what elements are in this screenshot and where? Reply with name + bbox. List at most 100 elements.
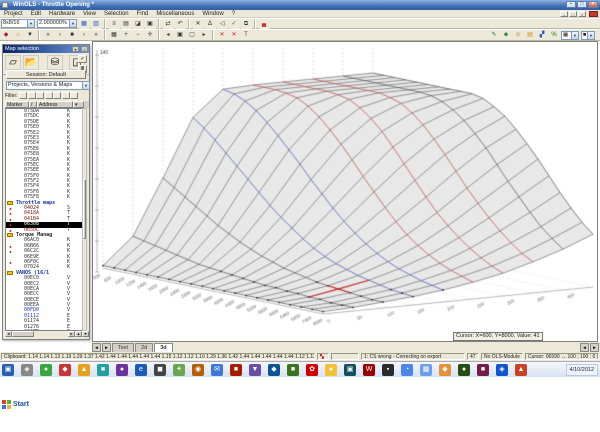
taskbar-app-icon-5[interactable]: ▲ bbox=[78, 363, 90, 376]
text-marker-icon[interactable]: T bbox=[240, 30, 252, 40]
previous-map-icon[interactable]: ◁ bbox=[216, 18, 228, 29]
checkmark-icon[interactable]: ✓ bbox=[228, 18, 240, 29]
save-version-icon[interactable]: ▼ bbox=[24, 30, 36, 40]
copy-map-icon[interactable]: ⧉ bbox=[240, 18, 252, 29]
taskbar-app-icon-14[interactable]: ▼ bbox=[249, 363, 261, 376]
check-filter-icon[interactable]: ✓ bbox=[78, 55, 87, 63]
hscroll-right-icon[interactable]: ► bbox=[590, 343, 599, 352]
filter-button-4[interactable] bbox=[44, 92, 53, 99]
taskbar-app-icon-28[interactable]: ▲ bbox=[515, 363, 527, 376]
taskbar-app-icon-13[interactable]: ■ bbox=[230, 363, 242, 376]
column-marker[interactable]: Marker bbox=[5, 101, 29, 108]
taskbar-app-icon-24[interactable]: ◆ bbox=[439, 363, 451, 376]
lock-map-icon[interactable]: ▣ bbox=[174, 30, 186, 40]
taskbar-app-icon-25[interactable]: ● bbox=[458, 363, 470, 376]
taskbar-app-icon-8[interactable]: e bbox=[135, 363, 147, 376]
ols-project-icon[interactable]: ◆ bbox=[0, 30, 12, 40]
3d-view-icon[interactable]: ◪ bbox=[132, 18, 144, 29]
taskbar-app-icon-27[interactable]: ◈ bbox=[496, 363, 508, 376]
filter-button-7[interactable] bbox=[70, 92, 79, 99]
zoom-in-icon[interactable]: + bbox=[120, 30, 132, 40]
text-view-icon[interactable]: ≡ bbox=[108, 18, 120, 29]
menu-item-?[interactable]: ? bbox=[228, 10, 239, 18]
map-list-horizontal-scrollbar[interactable]: ◄ ► ▲ ▼ bbox=[5, 331, 89, 337]
undo-icon[interactable]: ↶ bbox=[174, 18, 186, 29]
signature-icon[interactable]: ✎ bbox=[488, 30, 500, 40]
taskbar-app-icon-11[interactable]: ◉ bbox=[192, 363, 204, 376]
crosshair-icon[interactable]: ✛ bbox=[144, 30, 156, 40]
last-version-icon[interactable]: » bbox=[90, 30, 102, 40]
compare-versions-icon[interactable]: ⇄ bbox=[162, 18, 174, 29]
percent-icon[interactable]: % bbox=[548, 30, 560, 40]
multiply-icon[interactable]: ✕ bbox=[192, 18, 204, 29]
scrollbar-thumb[interactable] bbox=[12, 331, 34, 337]
taskbar-app-icon-10[interactable]: ✦ bbox=[173, 363, 185, 376]
taskbar-app-icon-12[interactable]: ✉ bbox=[211, 363, 223, 376]
tab-3d[interactable]: 3d bbox=[154, 343, 173, 352]
previous-version-icon[interactable]: ‹ bbox=[54, 30, 66, 40]
menu-item-window[interactable]: Window bbox=[198, 10, 227, 18]
color-picker-combo[interactable]: ■ ▼ bbox=[581, 30, 595, 40]
filter-button-3[interactable] bbox=[36, 92, 45, 99]
delete-map-icon[interactable]: ✕ bbox=[228, 30, 240, 40]
taskbar-app-icon-22[interactable]: ◔ bbox=[401, 363, 413, 376]
system-tray-date[interactable]: 4/10/2012 bbox=[565, 363, 598, 376]
tab-2d[interactable]: 2d bbox=[135, 343, 154, 352]
2d-view-icon[interactable]: ▤ bbox=[120, 18, 132, 29]
panel-close-icon[interactable]: × bbox=[81, 46, 88, 52]
zoom-out-icon[interactable]: − bbox=[132, 30, 144, 40]
taskbar-app-icon-19[interactable]: ▣ bbox=[344, 363, 356, 376]
child-close-icon[interactable]: × bbox=[578, 11, 586, 17]
statistics-icon[interactable]: ▞ bbox=[536, 30, 548, 40]
play-icon[interactable]: ▸ bbox=[198, 30, 210, 40]
close-icon[interactable]: × bbox=[588, 1, 598, 8]
selection-grid-2-icon[interactable]: ▥ bbox=[90, 18, 102, 29]
original-version-icon[interactable]: ■ bbox=[66, 30, 78, 40]
scroll-right-icon[interactable]: ► bbox=[68, 331, 75, 337]
maximize-icon[interactable]: □ bbox=[577, 1, 587, 8]
menu-item-edit[interactable]: Edit bbox=[27, 10, 45, 18]
taskbar-app-icon-15[interactable]: ◆ bbox=[268, 363, 280, 376]
start-button[interactable]: Start bbox=[2, 400, 29, 409]
hscroll-left-icon[interactable]: ◄ bbox=[580, 343, 589, 352]
filter-button-1[interactable] bbox=[19, 92, 28, 99]
delta-icon[interactable]: Δ bbox=[204, 18, 216, 29]
taskbar-app-icon-4[interactable]: ◆ bbox=[59, 363, 71, 376]
user-icon[interactable]: ☺ bbox=[512, 30, 524, 40]
map-list-vertical-scrollbar[interactable] bbox=[82, 108, 87, 331]
tab-text[interactable]: Text bbox=[112, 343, 135, 352]
minimize-icon[interactable]: – bbox=[566, 1, 576, 8]
zoom-level-combo[interactable]: 2.000000% ▼ bbox=[37, 19, 77, 28]
taskbar-app-icon-21[interactable]: ▪ bbox=[382, 363, 394, 376]
next-version-icon[interactable]: › bbox=[78, 30, 90, 40]
map-3d-canvas[interactable] bbox=[93, 42, 597, 341]
import-folder-icon[interactable]: ⛁ bbox=[47, 55, 63, 70]
rainbow-colors-icon[interactable]: ▄ bbox=[258, 18, 270, 29]
taskbar-app-icon-16[interactable]: ■ bbox=[287, 363, 299, 376]
menu-item-selection[interactable]: Selection bbox=[100, 10, 133, 18]
taskbar-app-icon-18[interactable]: ● bbox=[325, 363, 337, 376]
session-button[interactable]: Session: Default bbox=[6, 70, 86, 79]
selection-grid-icon[interactable]: ▦ bbox=[78, 18, 90, 29]
first-version-icon[interactable]: « bbox=[42, 30, 54, 40]
filter-button-2[interactable] bbox=[27, 92, 36, 99]
scroll-down-icon[interactable]: ▼ bbox=[82, 331, 89, 337]
panel-title-bar[interactable]: Map selection ▾ × bbox=[3, 45, 89, 53]
column-slash[interactable]: / bbox=[29, 101, 37, 108]
taskbar-app-icon-23[interactable]: ▦ bbox=[420, 363, 432, 376]
taskbar-app-icon-1[interactable]: ▣ bbox=[2, 363, 14, 376]
taskbar-app-icon-17[interactable]: ✿ bbox=[306, 363, 318, 376]
grid-icon[interactable]: ▦ bbox=[108, 30, 120, 40]
menu-red-icon[interactable] bbox=[589, 11, 598, 17]
tab-scroll-right-icon[interactable]: ► bbox=[102, 343, 111, 352]
menu-item-project[interactable]: Project bbox=[0, 10, 27, 18]
insert-marker-icon[interactable]: ◂ bbox=[162, 30, 174, 40]
taskbar-app-icon-9[interactable]: ◼ bbox=[154, 363, 166, 376]
delete-selection-icon[interactable]: ✕ bbox=[216, 30, 228, 40]
menu-item-find[interactable]: Find bbox=[133, 10, 153, 18]
map-size-combo[interactable]: 8x8/16 ▼ bbox=[1, 19, 35, 28]
colored-maps-icon[interactable]: ▤ bbox=[524, 30, 536, 40]
taskbar-app-icon-2[interactable]: ◈ bbox=[21, 363, 33, 376]
tab-scroll-left-icon[interactable]: ◄ bbox=[92, 343, 101, 352]
view-selector-combo[interactable]: Projects, Versions & Maps ▼ bbox=[6, 81, 90, 90]
